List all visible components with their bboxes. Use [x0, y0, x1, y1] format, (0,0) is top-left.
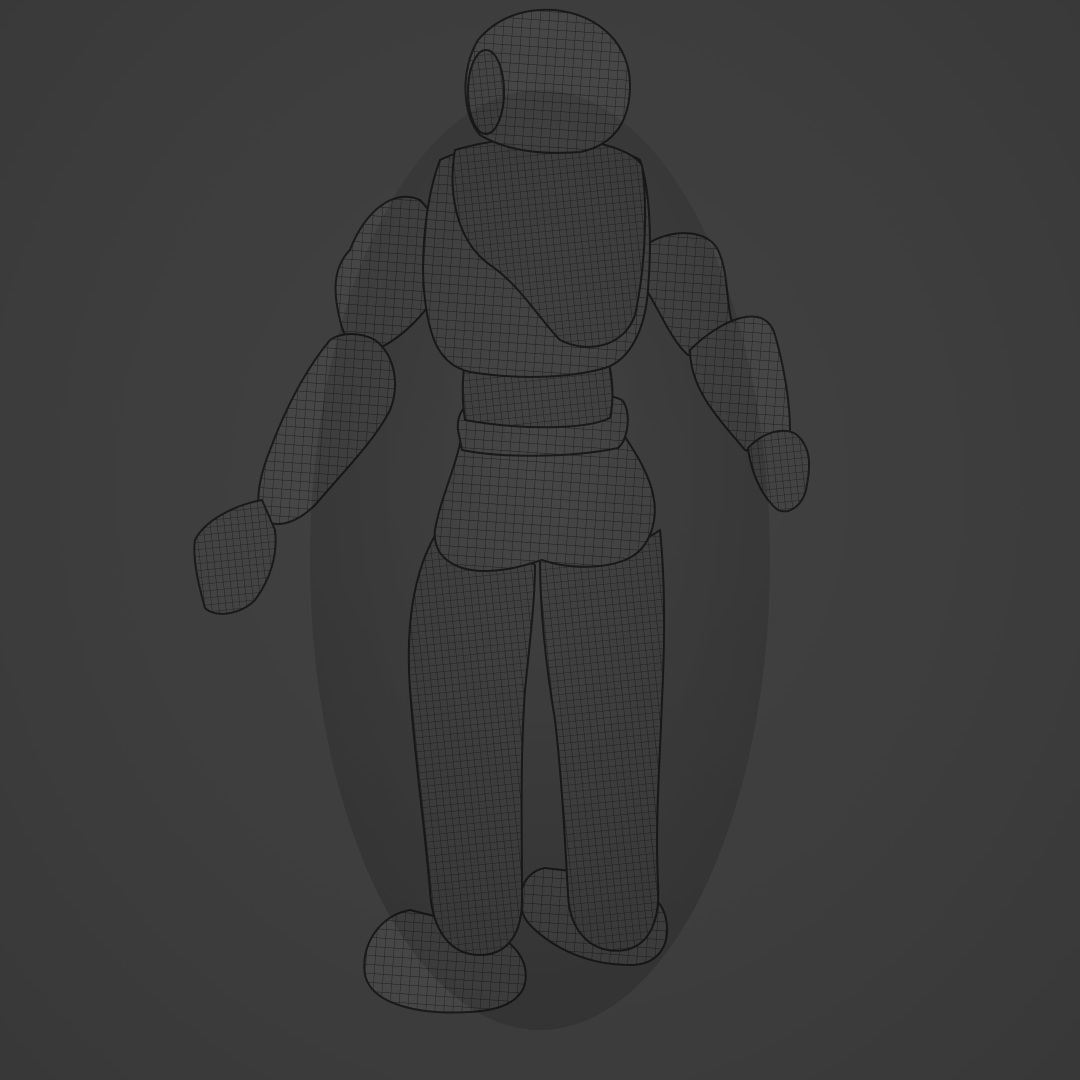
mesh-right-hand — [747, 429, 811, 513]
character-mesh[interactable] — [193, 8, 811, 1014]
viewport-canvas — [193, 8, 811, 1030]
mesh-left-leg — [407, 519, 536, 956]
mesh-left-forearm — [257, 333, 396, 525]
mesh-helmet-ear — [467, 49, 505, 135]
mesh-left-hand — [193, 499, 277, 615]
3d-viewport[interactable] — [0, 0, 1080, 1080]
